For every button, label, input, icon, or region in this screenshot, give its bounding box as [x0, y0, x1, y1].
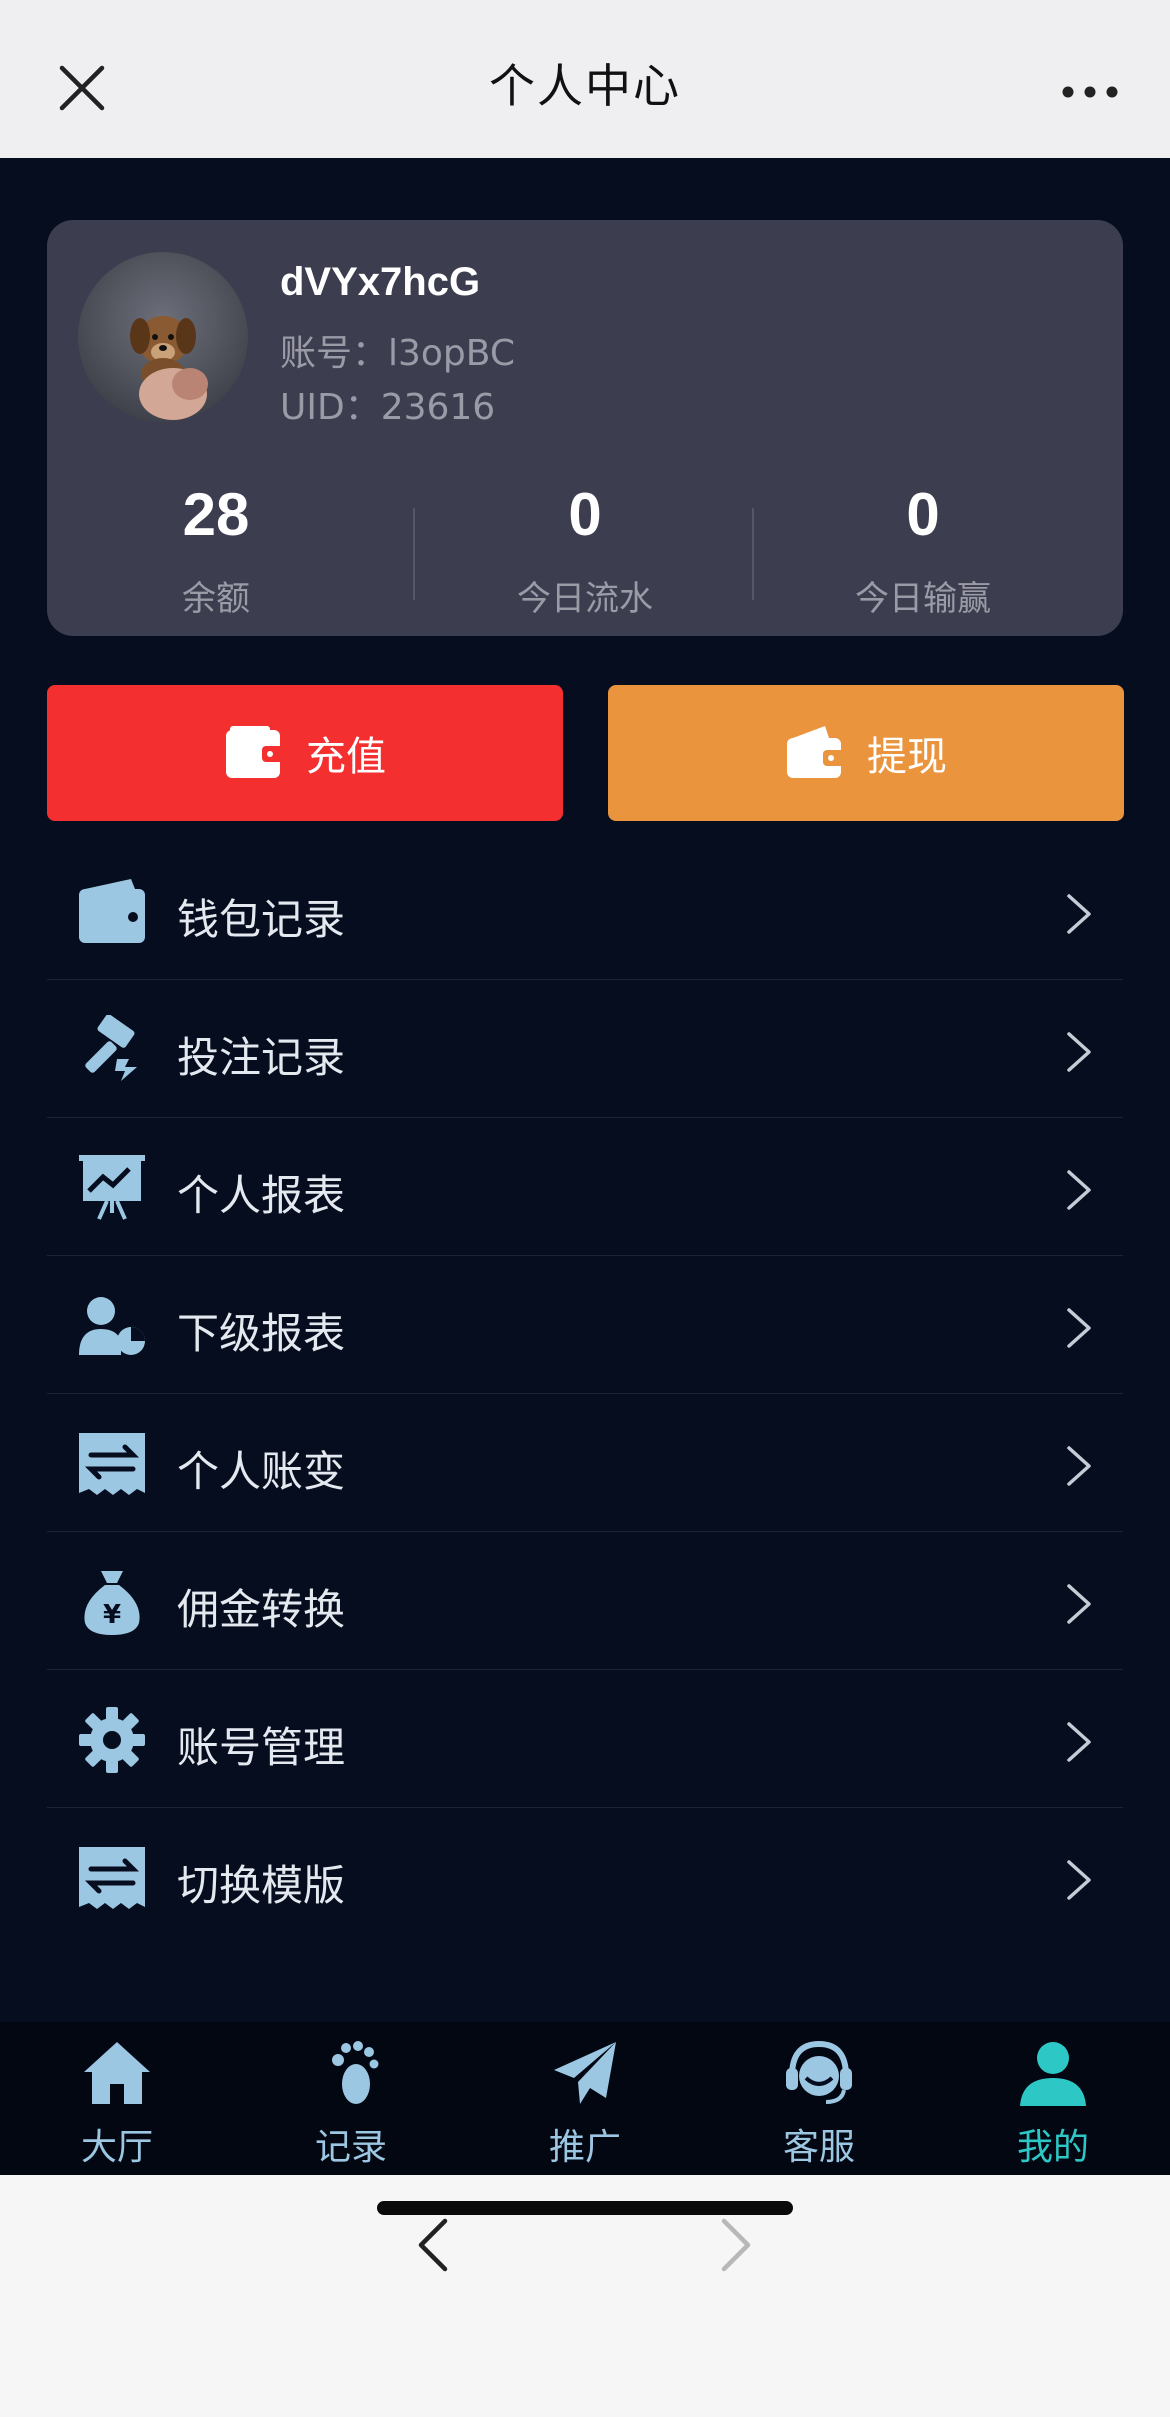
- stat-value: 0: [906, 481, 940, 548]
- tab-label: 我的: [1016, 2127, 1089, 2168]
- user-pie-icon: [79, 1297, 145, 1355]
- menu-item-label: 钱包记录: [177, 895, 346, 944]
- home-icon: [84, 2042, 150, 2104]
- stat-label: 今日流水: [517, 579, 653, 619]
- stat-value: 28: [182, 481, 250, 548]
- username: dVYx7hcG: [280, 260, 481, 304]
- menu-item-label: 佣金转换: [177, 1585, 346, 1634]
- main-content: dVYx7hcG 账号：l3opBC UID：23616 28 余额 0 今日流…: [0, 158, 1170, 2022]
- menu-item-commission-convert[interactable]: ¥ 佣金转换: [47, 1532, 1123, 1670]
- menu-item-subordinate-report[interactable]: 下级报表: [47, 1256, 1123, 1394]
- tab-label: 客服: [782, 2127, 855, 2168]
- withdraw-label: 提现: [867, 734, 947, 780]
- user-icon: [1020, 2042, 1086, 2106]
- chart-board-icon: [79, 1155, 145, 1220]
- chevron-right-icon: [1067, 1860, 1091, 1900]
- gear-icon: [79, 1707, 145, 1773]
- tab-mine[interactable]: 我的: [936, 2022, 1170, 2175]
- menu-item-personal-report[interactable]: 个人报表: [47, 1118, 1123, 1256]
- tab-promotion[interactable]: 推广: [468, 2022, 702, 2175]
- menu-item-account-management[interactable]: 账号管理: [47, 1670, 1123, 1808]
- menu-item-label: 切换模版: [177, 1861, 346, 1910]
- menu-item-account-changes[interactable]: 个人账变: [47, 1394, 1123, 1532]
- menu-item-switch-template[interactable]: 切换模版: [47, 1808, 1123, 1945]
- account-id: 账号：l3opBC: [280, 333, 515, 374]
- stat-label: 今日输赢: [855, 579, 991, 619]
- svg-text:¥: ¥: [103, 1600, 121, 1630]
- stat-value: 0: [568, 481, 602, 548]
- stat-today-winloss: 0 今日输赢: [754, 485, 1092, 620]
- menu-item-label: 个人账变: [177, 1447, 346, 1496]
- forward-arrow-icon[interactable]: [718, 2215, 754, 2275]
- profile-card: dVYx7hcG 账号：l3opBC UID：23616 28 余额 0 今日流…: [47, 220, 1123, 636]
- gavel-icon: [85, 1015, 137, 1081]
- paper-plane-icon: [554, 2042, 616, 2104]
- money-bag-icon: ¥: [84, 1571, 140, 1635]
- user-uid: UID：23616: [280, 387, 496, 428]
- chevron-right-icon: [1067, 1308, 1091, 1348]
- recharge-button[interactable]: 充值: [47, 685, 563, 821]
- chevron-right-icon: [1067, 1446, 1091, 1486]
- back-arrow-icon[interactable]: [415, 2215, 451, 2275]
- tab-label: 推广: [548, 2127, 621, 2168]
- more-dots-icon[interactable]: [1060, 84, 1120, 100]
- tab-label: 记录: [314, 2127, 387, 2168]
- footprints-icon: [332, 2041, 379, 2104]
- menu-list: 钱包记录 投注记录 个人报表 下级报表 个人账变 ¥ 佣金转换 账号管理 切换模…: [47, 842, 1123, 1945]
- wallet-open-icon: [787, 726, 845, 778]
- stat-today-turnover: 0 今日流水: [416, 485, 754, 620]
- chevron-right-icon: [1067, 1170, 1091, 1210]
- chevron-right-icon: [1067, 894, 1091, 934]
- stat-balance: 28 余额: [47, 485, 385, 620]
- tab-lobby[interactable]: 大厅: [0, 2022, 234, 2175]
- transfer-receipt-icon: [79, 1847, 145, 1909]
- stat-label: 余额: [182, 579, 250, 619]
- headset-icon: [786, 2040, 852, 2104]
- menu-item-label: 账号管理: [177, 1723, 346, 1772]
- transfer-receipt-icon: [79, 1433, 145, 1495]
- puppy-photo-icon: [130, 316, 208, 420]
- chevron-right-icon: [1067, 1722, 1091, 1762]
- tab-records[interactable]: 记录: [234, 2022, 468, 2175]
- menu-item-label: 个人报表: [177, 1171, 346, 1220]
- wallet-icon: [226, 726, 284, 778]
- chevron-right-icon: [1067, 1032, 1091, 1072]
- menu-item-wallet-records[interactable]: 钱包记录: [47, 842, 1123, 980]
- withdraw-button[interactable]: 提现: [608, 685, 1124, 821]
- tab-label: 大厅: [80, 2127, 153, 2168]
- recharge-label: 充值: [306, 734, 386, 780]
- home-indicator: [377, 2201, 793, 2215]
- menu-item-label: 下级报表: [177, 1309, 346, 1358]
- avatar[interactable]: [78, 252, 248, 422]
- divider: [413, 508, 415, 600]
- menu-item-label: 投注记录: [177, 1033, 346, 1082]
- page-title: 个人中心: [489, 59, 681, 113]
- bottom-tab-bar: 大厅 记录 推广 客服 我的: [0, 2022, 1170, 2175]
- chevron-right-icon: [1067, 1584, 1091, 1624]
- wallet-icon: [79, 879, 145, 943]
- menu-item-bet-records[interactable]: 投注记录: [47, 980, 1123, 1118]
- tab-customer-service[interactable]: 客服: [702, 2022, 936, 2175]
- top-bar: 个人中心: [0, 0, 1170, 158]
